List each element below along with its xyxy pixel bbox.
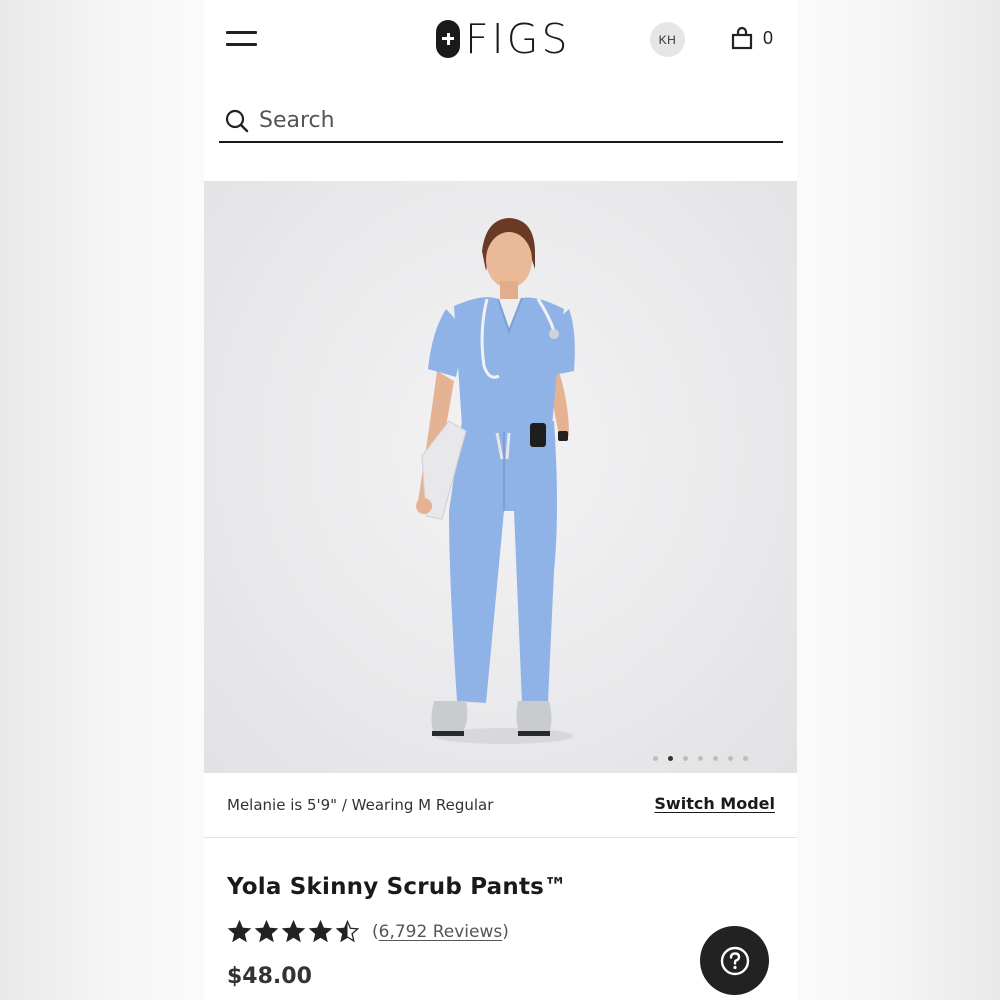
brand-logo[interactable]: FIGS — [436, 18, 570, 60]
search-input[interactable] — [259, 108, 739, 133]
question-mark-icon — [720, 946, 749, 975]
carousel-dot[interactable] — [743, 756, 748, 761]
rating-row: (6,792 Reviews) — [227, 920, 509, 944]
carousel-dot[interactable] — [728, 756, 733, 761]
star-icon — [308, 920, 333, 943]
help-chat-button[interactable] — [700, 926, 769, 995]
figs-cross-logo-icon — [436, 20, 460, 58]
carousel-pagination — [653, 756, 748, 761]
search-icon[interactable] — [225, 109, 249, 133]
reviews-paren-open: ( — [372, 922, 379, 942]
shopping-bag-icon — [731, 26, 753, 50]
star-rating — [227, 920, 360, 944]
carousel-dot[interactable] — [683, 756, 688, 761]
model-size-info: Melanie is 5'9" / Wearing M Regular — [227, 796, 494, 814]
star-icon — [254, 920, 279, 943]
product-title: Yola Skinny Scrub Pants™ — [227, 874, 568, 900]
reviews-link[interactable]: 6,792 Reviews — [379, 922, 503, 942]
site-header: FIGS KH 0 — [204, 0, 797, 80]
cart-count: 0 — [763, 27, 774, 48]
star-icon — [227, 920, 252, 943]
reviews-paren-close: ) — [502, 922, 509, 942]
cart-button[interactable]: 0 — [731, 26, 773, 50]
product-image-gallery[interactable] — [204, 181, 797, 773]
product-photo — [416, 218, 575, 744]
carousel-dot[interactable] — [713, 756, 718, 761]
model-info-row: Melanie is 5'9" / Wearing M Regular Swit… — [204, 773, 797, 838]
account-avatar[interactable]: KH — [650, 22, 685, 57]
switch-model-button[interactable]: Switch Model — [654, 794, 775, 813]
carousel-dot[interactable] — [653, 756, 658, 761]
hamburger-menu-icon[interactable] — [226, 30, 258, 50]
product-price: $48.00 — [227, 964, 312, 989]
star-icon — [281, 920, 306, 943]
brand-wordmark: FIGS — [465, 15, 571, 63]
search-bar — [219, 100, 783, 143]
carousel-dot[interactable] — [668, 756, 673, 761]
carousel-dot[interactable] — [698, 756, 703, 761]
mobile-page: FIGS KH 0 Search Melanie is 5'9" / Weari… — [204, 0, 797, 1000]
star-icon — [335, 920, 360, 943]
reviews-count: (6,792 Reviews) — [372, 922, 509, 942]
